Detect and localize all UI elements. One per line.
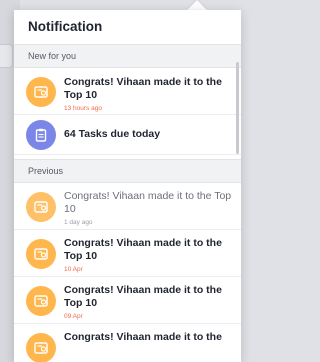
notification-title: Congrats! Vihaan made it to the Top 10 (64, 284, 222, 309)
notification-item[interactable]: 64 Tasks due today (14, 115, 241, 155)
notification-title: 64 Tasks due today (64, 128, 161, 140)
notification-item[interactable]: Congrats! Vihaan made it to the (14, 324, 241, 362)
notification-time: 1 day ago (64, 219, 93, 226)
notification-time: 10 Apr (64, 266, 83, 273)
certificate-icon (26, 192, 56, 222)
section-new: New for you (14, 44, 241, 68)
notification-title: Congrats! Vihaan made it to the Top 10 (64, 76, 222, 101)
notification-item[interactable]: Congrats! Vihaan made it to the Top 10 1… (14, 230, 241, 277)
background-input (0, 44, 13, 68)
certificate-icon (26, 286, 56, 316)
certificate-icon (26, 333, 56, 362)
notification-item[interactable]: Congrats! Vihaan made it to the Top 10 1… (14, 68, 241, 115)
notification-item[interactable]: Congrats! Vihaan made it to the Top 10 1… (14, 183, 241, 230)
notification-title: Congrats! Vihaan made it to the Top 10 (64, 237, 222, 262)
clipboard-icon (26, 120, 56, 150)
notification-panel: Notification New for you Congrats! Vihaa… (14, 10, 241, 362)
notification-item[interactable]: Congrats! Vihaan made it to the Top 10 0… (14, 277, 241, 324)
certificate-icon (26, 77, 56, 107)
section-previous: Previous (14, 159, 241, 183)
scrollbar[interactable] (236, 62, 239, 154)
certificate-icon (26, 239, 56, 269)
notification-title: Congrats! Vihaan made it to the Top 10 (64, 190, 232, 215)
notification-time: 13 hours ago (64, 105, 102, 112)
panel-title: Notification (14, 10, 241, 44)
notification-title: Congrats! Vihaan made it to the (64, 331, 222, 343)
notification-time: 09 Apr (64, 313, 83, 320)
